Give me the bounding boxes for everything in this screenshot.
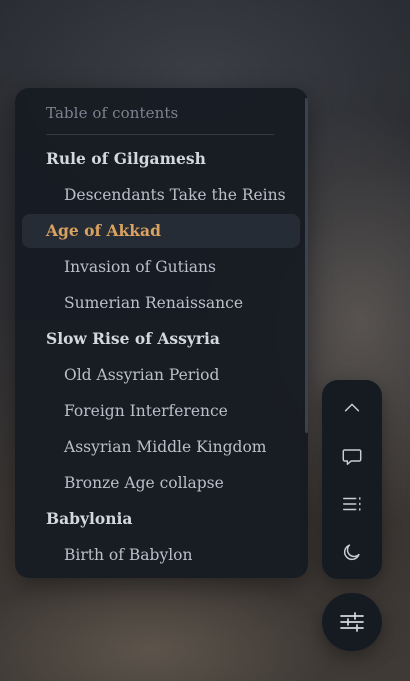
toc-item-bronze-age-collapse[interactable]: Bronze Age collapse xyxy=(15,465,308,501)
toc-item-slow-rise-of-assyria[interactable]: Slow Rise of Assyria xyxy=(15,321,308,357)
table-of-contents-panel: Table of contents Rule of Gilgamesh Desc… xyxy=(15,88,308,578)
toc-item-age-of-akkad[interactable]: Age of Akkad xyxy=(15,213,308,249)
toc-item-invasion-of-gutians[interactable]: Invasion of Gutians xyxy=(15,249,308,285)
toc-item-label: Foreign Interference xyxy=(64,402,228,420)
toc-item-label: Babylonia xyxy=(46,509,133,528)
list-icon xyxy=(343,497,361,511)
toc-item-label: Rule of Gilgamesh xyxy=(46,149,206,168)
toc-item-assyrian-middle-kingdom[interactable]: Assyrian Middle Kingdom xyxy=(15,429,308,465)
toc-item-birth-of-babylon[interactable]: Birth of Babylon xyxy=(15,537,308,573)
toc-title: Table of contents xyxy=(46,104,179,122)
comments-button[interactable] xyxy=(322,432,382,480)
moon-icon xyxy=(343,544,360,561)
toc-item-descendants-take-the-reins[interactable]: Descendants Take the Reins xyxy=(15,177,308,213)
toc-item-foreign-interference[interactable]: Foreign Interference xyxy=(15,393,308,429)
toc-item-label: Old Assyrian Period xyxy=(64,366,220,384)
scroll-to-top-button[interactable] xyxy=(322,384,382,432)
toc-list: Rule of Gilgamesh Descendants Take the R… xyxy=(15,141,308,573)
speech-bubble-icon xyxy=(342,449,362,465)
toc-item-babylonia[interactable]: Babylonia xyxy=(15,501,308,537)
toc-item-old-assyrian-period[interactable]: Old Assyrian Period xyxy=(15,357,308,393)
toc-item-label: Age of Akkad xyxy=(46,221,161,240)
dark-mode-toggle[interactable] xyxy=(322,528,382,576)
toc-item-label: Slow Rise of Assyria xyxy=(46,329,220,348)
table-of-contents-button[interactable] xyxy=(322,480,382,528)
toc-item-label: Sumerian Renaissance xyxy=(64,294,243,312)
toc-item-label: Invasion of Gutians xyxy=(64,258,216,276)
floating-action-stack xyxy=(322,380,382,579)
toc-item-sumerian-renaissance[interactable]: Sumerian Renaissance xyxy=(15,285,308,321)
toc-item-label: Assyrian Middle Kingdom xyxy=(64,438,267,456)
toc-item-rule-of-gilgamesh[interactable]: Rule of Gilgamesh xyxy=(15,141,308,177)
chevron-up-icon xyxy=(344,403,360,412)
settings-fab-button[interactable] xyxy=(322,593,382,651)
toc-scrollbar[interactable] xyxy=(305,98,308,433)
toc-divider xyxy=(46,134,274,135)
toc-item-label: Birth of Babylon xyxy=(64,546,193,564)
toc-item-label: Bronze Age collapse xyxy=(64,474,224,492)
sliders-icon xyxy=(340,612,364,632)
toc-item-label: Descendants Take the Reins xyxy=(64,186,286,204)
